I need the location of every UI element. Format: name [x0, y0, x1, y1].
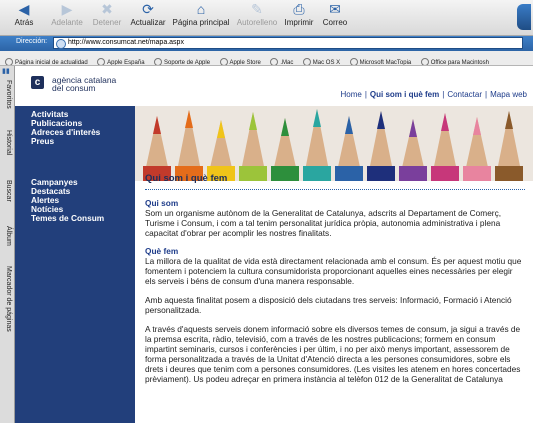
forward-icon: ▶ — [61, 1, 73, 17]
tab-label: Álbum — [5, 226, 12, 246]
agency-logo-icon[interactable]: c — [31, 76, 44, 89]
address-bar: Dirección: http://www.consumcat.net/mapa… — [0, 36, 533, 51]
main-content: Qui som i què fem Qui som Som un organis… — [145, 173, 525, 384]
globe-icon — [5, 58, 13, 65]
stop-button[interactable]: ✖ Detener — [88, 1, 126, 27]
favorite-link[interactable]: .Mac — [270, 56, 293, 65]
collapse-sidebar-icon[interactable]: ▮▮ — [2, 68, 11, 75]
globe-icon — [420, 58, 429, 65]
nav-home-link[interactable]: Home — [340, 90, 361, 99]
pencils-illustration — [135, 106, 533, 181]
colored-pencils-banner — [135, 106, 533, 181]
nav-separator: | — [442, 90, 445, 99]
refresh-button[interactable]: ⟳ Actualizar — [126, 1, 170, 27]
print-icon: ⎙ — [293, 1, 305, 17]
tab-label: Historial — [5, 130, 12, 156]
services-paragraph: Amb aquesta finalitat posem a disposició… — [145, 295, 512, 315]
globe-icon — [270, 58, 279, 65]
services-detail-paragraph: A través d'aquests serveis donem informa… — [145, 324, 521, 384]
stop-label: Detener — [92, 18, 122, 27]
refresh-icon: ⟳ — [142, 1, 154, 17]
site-icon — [56, 39, 66, 49]
mail-button[interactable]: ✉ Correo — [318, 1, 352, 27]
favorite-link[interactable]: Soporte de Apple — [154, 56, 210, 65]
url-field[interactable]: http://www.consumcat.net/mapa.aspx — [53, 37, 523, 49]
tab-marcador[interactable]: Marcador de páginas — [0, 266, 14, 366]
nav-separator: | — [364, 90, 367, 99]
home-button[interactable]: ⌂ Página principal — [170, 1, 232, 27]
autofill-button[interactable]: ✎ Autorelleno — [234, 1, 280, 27]
tab-label: Marcador de páginas — [5, 266, 12, 332]
autofill-label: Autorelleno — [236, 18, 278, 27]
browser-toolbar: ◀ Atrás ▶ Adelante ✖ Detener ⟳ Actualiza… — [0, 0, 533, 36]
favorite-link[interactable]: Apple Store — [219, 56, 261, 65]
section-heading-que-fem: Què fem — [145, 246, 179, 256]
globe-icon — [97, 58, 106, 65]
print-button[interactable]: ⎙ Imprimir — [281, 1, 317, 27]
stop-icon: ✖ — [101, 1, 113, 17]
nav-contactar-link[interactable]: Contactar — [447, 90, 482, 99]
refresh-label: Actualizar — [130, 18, 166, 27]
nav-mapa-web-link[interactable]: Mapa web — [490, 90, 527, 99]
favorite-link[interactable]: Microsoft MacTopia — [349, 56, 411, 65]
mail-icon: ✉ — [329, 1, 341, 17]
tab-buscar[interactable]: Buscar — [0, 180, 14, 220]
web-page: c agència catalana del consum Home | Qui s… — [15, 66, 533, 423]
address-label: Dirección: — [16, 38, 48, 45]
favorite-link[interactable]: Mac OS X — [302, 56, 340, 65]
site-header: c agència catalana del consum Home | Qui s… — [15, 66, 533, 106]
page-title: Qui som i què fem — [145, 173, 525, 190]
nav-qui-som-link[interactable]: Qui som i què fem — [370, 90, 439, 99]
browser-throbber-icon — [517, 4, 531, 30]
back-button[interactable]: ◀ Atrás — [4, 1, 44, 27]
globe-icon — [154, 58, 162, 65]
url-text: http://www.consumcat.net/mapa.aspx — [68, 39, 184, 46]
nav-preus-link[interactable]: Preus — [31, 137, 100, 146]
print-label: Imprimir — [284, 18, 314, 27]
logo-line2: del consum — [52, 83, 96, 93]
nav-temes-link[interactable]: Temes de Consum — [31, 214, 104, 223]
tab-label: Favoritos — [5, 80, 12, 109]
nav-group-secondary: Campanyes Destacats Alertes Notícies Tem… — [31, 178, 104, 223]
globe-icon — [219, 58, 228, 65]
home-icon: ⌂ — [196, 1, 206, 17]
forward-button[interactable]: ▶ Adelante — [47, 1, 87, 27]
nav-separator: | — [485, 90, 488, 99]
autofill-icon: ✎ — [251, 1, 263, 17]
agency-logo-text[interactable]: agència catalana del consum — [52, 76, 116, 93]
favorite-link[interactable]: Página inicial de actualidad — [5, 56, 88, 65]
section-text-qui-som: Som un organisme autònom de la Generalit… — [145, 208, 502, 238]
tab-historial[interactable]: Historial — [0, 130, 14, 174]
favorites-bar: Página inicial de actualidad Apple Españ… — [0, 51, 533, 66]
favorite-link[interactable]: Apple España — [97, 56, 145, 65]
globe-icon — [349, 58, 358, 65]
home-label: Página principal — [172, 18, 230, 27]
mail-label: Correo — [322, 18, 348, 27]
nav-group-primary: Activitats Publicacions Adreces d'interè… — [31, 110, 100, 146]
left-navigation: Activitats Publicacions Adreces d'interè… — [15, 106, 135, 423]
globe-icon — [302, 58, 311, 65]
explorer-side-tabs: ▮▮ Favoritos Historial Buscar Álbum Marc… — [0, 66, 15, 423]
tab-label: Buscar — [5, 180, 12, 202]
tab-favoritos[interactable]: Favoritos — [0, 80, 14, 124]
top-navigation: Home | Qui som i què fem | Contactar | Mapa we… — [340, 90, 527, 99]
section-heading-qui-som: Qui som — [145, 198, 179, 208]
section-text-que-fem: La millora de la qualitat de vida està d… — [145, 256, 522, 286]
tab-album[interactable]: Álbum — [0, 226, 14, 262]
back-label: Atrás — [14, 18, 34, 27]
favorite-link[interactable]: Office para Macintosh — [420, 56, 489, 65]
back-icon: ◀ — [18, 1, 30, 17]
forward-label: Adelante — [51, 18, 83, 27]
